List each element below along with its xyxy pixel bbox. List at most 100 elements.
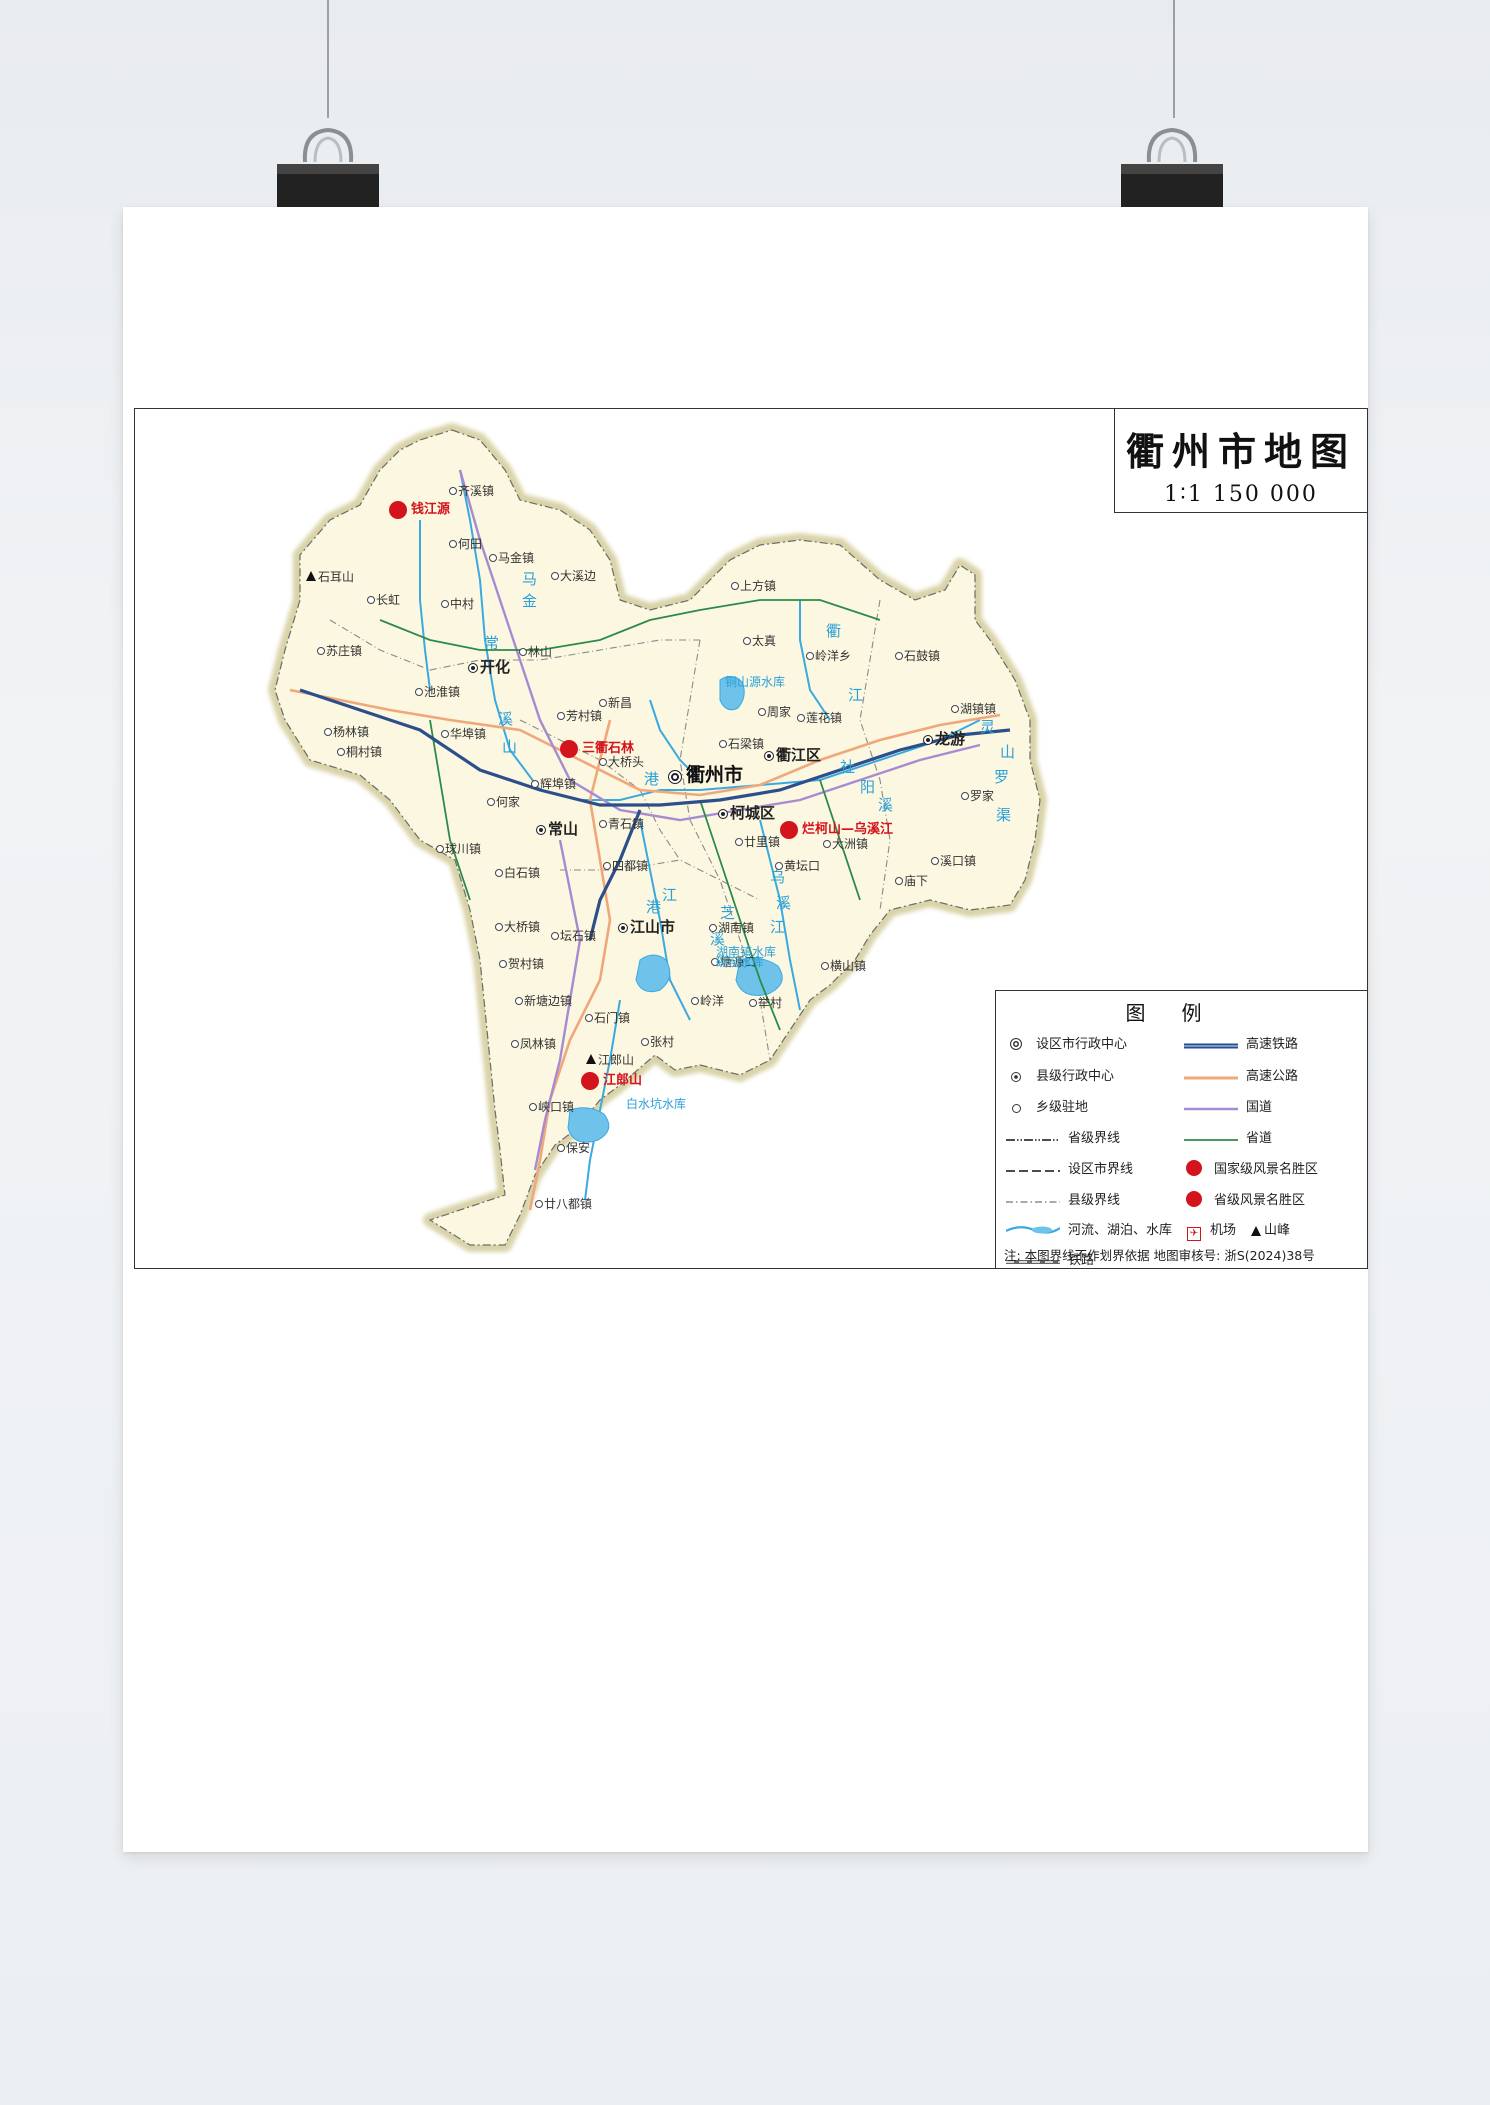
town-label: 华埠镇 [450,727,487,741]
town-marker-icon [599,820,607,828]
district-label: 龙游 [935,730,966,748]
town-marker-icon [551,572,559,580]
town-marker-icon [735,838,743,846]
town-marker-icon [531,780,539,788]
town-label: 坛石镇 [560,929,597,943]
town-marker-icon [511,1040,519,1048]
river-label: 溪 [776,894,792,912]
legend-note: 注: 本图界线不作划界依据 地图审核号: 浙S(2024)38号 [1004,1248,1315,1263]
town-marker-icon [449,487,457,495]
legend-item-label: 省级风景名胜区 [1214,1193,1306,1208]
river-label: 港 [646,898,662,916]
legend-title: 图例 [1125,1001,1238,1025]
town-label: 岭洋 [700,994,725,1008]
town-marker-icon [749,999,757,1007]
town-marker-icon [557,1144,565,1152]
town-marker-icon [317,647,325,655]
river-label: 港 [644,770,660,788]
town-marker-icon [731,582,739,590]
town-label: 何田 [458,537,483,551]
provincial-boundary-icon [1006,1129,1060,1148]
town-label: 马金镇 [498,551,535,565]
town-marker-icon [641,1038,649,1046]
town-marker-icon [515,997,523,1005]
legend-item-label: 国道 [1246,1100,1273,1115]
river-label: 马 [522,570,538,588]
town-label: 罗家 [970,789,995,803]
town-label: 林山 [528,645,553,659]
scenic-marker-icon [780,821,798,839]
river-label: 江 [662,886,678,904]
town-marker-icon [557,712,565,720]
legend-item-label: 县级行政中心 [1036,1069,1115,1084]
legend-item-label: 国家级风景名胜区 [1214,1162,1319,1177]
legend-item-label: 高速铁路 [1246,1037,1299,1052]
town-label: 廿八都镇 [544,1197,593,1211]
expressway-icon [1184,1067,1238,1086]
scenic-marker-icon [560,740,578,758]
scenic-label: 江郎山 [603,1073,643,1088]
town-marker-icon [487,798,495,806]
legend-item-label: 省道 [1246,1131,1273,1146]
town-label: 上方镇 [740,579,777,593]
water-label: 湖南镇水库 [716,945,777,959]
town-marker-icon [535,1200,543,1208]
water-label: 铜山源水库 [725,675,786,689]
town-marker-icon [599,758,607,766]
map-title-box: 衢州市地图 1∶1 150 000 [1114,408,1368,513]
town-label: 四都镇 [612,859,649,873]
town-marker-icon [603,862,611,870]
town-marker-icon [499,960,507,968]
town-marker-icon [489,554,497,562]
legend-item-label: 设区市行政中心 [1036,1037,1128,1052]
town-marker-icon [823,840,831,848]
river-label: 溪 [878,796,894,814]
town-label: 芳村镇 [566,709,603,723]
provincial-road-icon [1184,1129,1238,1148]
town-label: 保安 [566,1141,591,1155]
town-label: 廿里镇 [744,835,781,849]
town-label: 白石镇 [504,866,541,880]
town-marker-icon [441,600,449,608]
peak-marker-icon [306,571,316,581]
double-circle-icon [1006,1035,1026,1054]
town-label: 新昌 [608,696,633,710]
river-label: 渠 [996,806,1012,824]
scenic-marker-icon [581,1072,599,1090]
town-marker-icon [519,648,527,656]
city-marker-icon [668,770,682,784]
town-label: 大洲镇 [832,837,869,851]
town-label: 何家 [496,795,521,809]
river-label: 衢 [826,622,842,640]
town-label: 贺村镇 [508,957,545,971]
town-label: 石鼓镇 [904,649,941,663]
town-marker-icon [367,596,375,604]
county-label: 江山市 [630,918,676,936]
town-marker-icon [585,1014,593,1022]
scenic-label: 烂柯山—乌溪江 [802,822,894,837]
river-label: 江 [770,918,786,936]
national-scenic-icon [1184,1160,1204,1180]
peak-label: 石耳山 [318,570,355,584]
city-boundary-icon [1006,1160,1060,1179]
water-icon [1005,1221,1061,1240]
town-marker-icon [743,637,751,645]
river-label: 乌 [770,868,786,886]
legend-item-label: 省级界线 [1068,1131,1121,1146]
town-label: 桐村镇 [346,745,383,759]
town-marker-icon [806,652,814,660]
town-marker-icon [758,708,766,716]
town-marker-icon [951,705,959,713]
town-marker-icon [529,1103,537,1111]
town-label: 杨林镇 [333,725,370,739]
county-marker-icon [536,825,546,835]
town-marker-icon [719,740,727,748]
county-marker-icon [718,809,728,819]
region-land [274,429,1041,1246]
legend-item-label: 河流、湖泊、水库 [1068,1223,1173,1238]
town-label: 石门镇 [594,1011,631,1025]
provincial-scenic-icon [1184,1191,1204,1211]
peak-icon [1246,1221,1266,1240]
county-label: 常山 [548,820,579,838]
river-label: 罗 [994,768,1010,786]
